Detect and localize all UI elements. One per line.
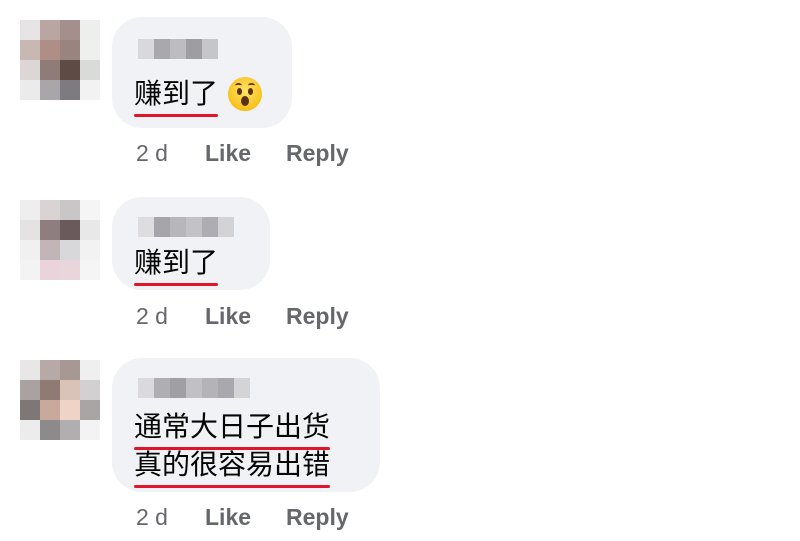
red-underline <box>134 485 331 488</box>
comment-text-line-1: 通常大日子出货 <box>134 410 331 450</box>
comment-text-line: 通常大日子出货 <box>134 410 331 443</box>
reply-button[interactable]: Reply <box>286 303 349 330</box>
comment-bubble: 赚到了 <box>112 197 270 290</box>
red-underline <box>134 114 219 117</box>
blurred-commenter-name[interactable] <box>138 39 218 59</box>
hushed-face-emoji-icon <box>228 77 263 111</box>
avatar[interactable] <box>20 360 100 440</box>
comment-bubble: 赚到了 <box>112 17 292 128</box>
comment-meta: 2 d Like Reply <box>136 504 349 531</box>
comment-text: 赚到了 <box>134 77 263 117</box>
reply-button[interactable]: Reply <box>286 504 349 531</box>
comment-text-line: 赚到了 <box>134 246 219 279</box>
comment-text-line: 赚到了 <box>134 77 219 110</box>
like-button[interactable]: Like <box>205 303 286 330</box>
blurred-commenter-name[interactable] <box>138 378 250 398</box>
comment-time[interactable]: 2 d <box>136 140 205 167</box>
comment-time[interactable]: 2 d <box>136 303 205 330</box>
comment-meta: 2 d Like Reply <box>136 303 349 330</box>
like-button[interactable]: Like <box>205 140 286 167</box>
comment-bubble: 通常大日子出货 真的很容易出错 <box>112 358 380 492</box>
avatar[interactable] <box>20 20 100 100</box>
avatar[interactable] <box>20 200 100 280</box>
comment-text-line-2: 真的很容易出错 <box>134 448 331 488</box>
comment-time[interactable]: 2 d <box>136 504 205 531</box>
comment-text-line: 真的很容易出错 <box>134 448 331 481</box>
reply-button[interactable]: Reply <box>286 140 349 167</box>
like-button[interactable]: Like <box>205 504 286 531</box>
red-underline <box>134 283 219 286</box>
blurred-commenter-name[interactable] <box>138 217 234 237</box>
comment-meta: 2 d Like Reply <box>136 140 349 167</box>
comment-text: 赚到了 <box>134 246 219 286</box>
